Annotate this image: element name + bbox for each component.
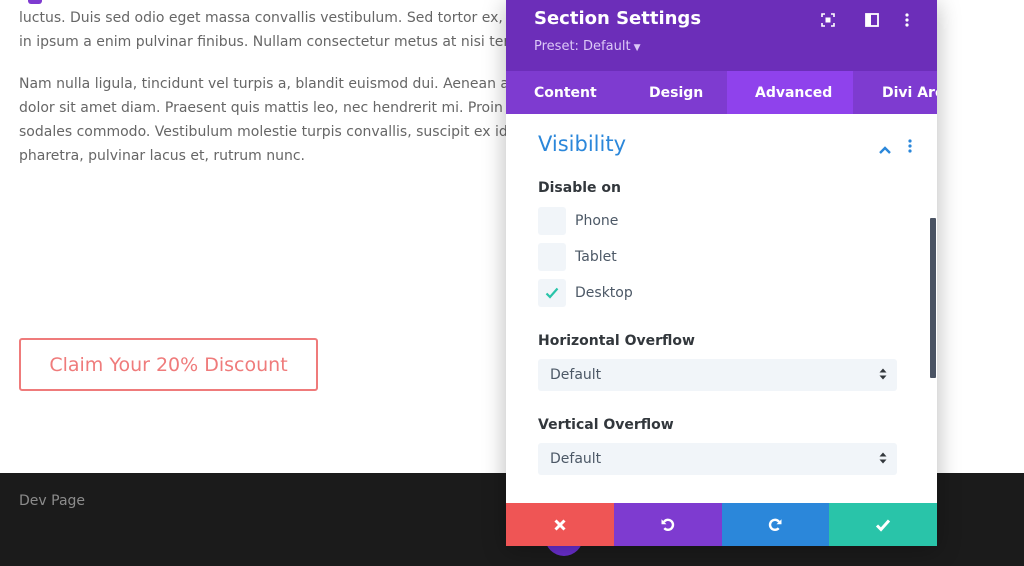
fullscreen-icon[interactable] [815, 9, 841, 31]
footer-text: Dev Page [19, 493, 86, 509]
select-value: Default [550, 451, 602, 467]
vertical-overflow-select[interactable]: Default [538, 443, 897, 475]
modal-header: Section Settings Preset: Default ▼ [506, 0, 937, 71]
save-button[interactable] [829, 503, 937, 546]
undo-button[interactable] [613, 503, 722, 546]
close-icon [554, 518, 566, 531]
section-settings-modal: Section Settings Preset: Default ▼ Conten… [506, 0, 937, 546]
tab-content[interactable]: Content [506, 71, 621, 114]
checkbox[interactable] [538, 207, 566, 235]
scrollbar-thumb[interactable] [930, 218, 936, 378]
preset-label: Preset: Default [534, 39, 631, 54]
caret-down-icon: ▼ [633, 43, 641, 53]
undo-icon [661, 518, 674, 531]
settings-body: Visibility Disable on Phone Tablet Deskt… [506, 114, 937, 503]
select-value: Default [550, 367, 602, 383]
section-title[interactable]: Visibility [538, 132, 626, 156]
select-arrows-icon [879, 452, 887, 464]
redo-icon [769, 518, 782, 531]
settings-tabs: Content Design Advanced Divi Are [506, 71, 937, 114]
disable-phone-checkbox[interactable]: Phone [538, 207, 618, 235]
preset-dropdown[interactable]: Preset: Default ▼ [534, 39, 640, 54]
disable-tablet-checkbox[interactable]: Tablet [538, 243, 617, 271]
checkbox-label: Tablet [575, 249, 617, 265]
modal-footer [506, 503, 937, 546]
redo-button[interactable] [721, 503, 830, 546]
checkbox-label: Desktop [575, 285, 633, 301]
tab-advanced[interactable]: Advanced [727, 71, 853, 114]
cancel-button[interactable] [506, 503, 614, 546]
disable-desktop-checkbox[interactable]: Desktop [538, 279, 633, 307]
chevron-up-icon[interactable] [878, 140, 892, 159]
section-options-icon[interactable] [908, 138, 912, 157]
tab-divi-areas[interactable]: Divi Are [853, 71, 937, 114]
select-arrows-icon [879, 368, 887, 380]
columns-icon[interactable] [859, 9, 885, 31]
checkbox[interactable] [538, 243, 566, 271]
check-icon [876, 519, 891, 532]
tab-design[interactable]: Design [621, 71, 727, 114]
checkbox-label: Phone [575, 213, 619, 229]
checkmark-icon [545, 287, 559, 299]
vertical-overflow-label: Vertical Overflow [538, 417, 674, 433]
site-logo [28, 0, 42, 4]
kebab-icon[interactable] [894, 9, 920, 31]
modal-title: Section Settings [534, 8, 702, 29]
checkbox[interactable] [538, 279, 566, 307]
claim-discount-button[interactable]: Claim Your 20% Discount [19, 338, 318, 391]
disable-on-label: Disable on [538, 180, 621, 196]
horizontal-overflow-label: Horizontal Overflow [538, 333, 695, 349]
horizontal-overflow-select[interactable]: Default [538, 359, 897, 391]
